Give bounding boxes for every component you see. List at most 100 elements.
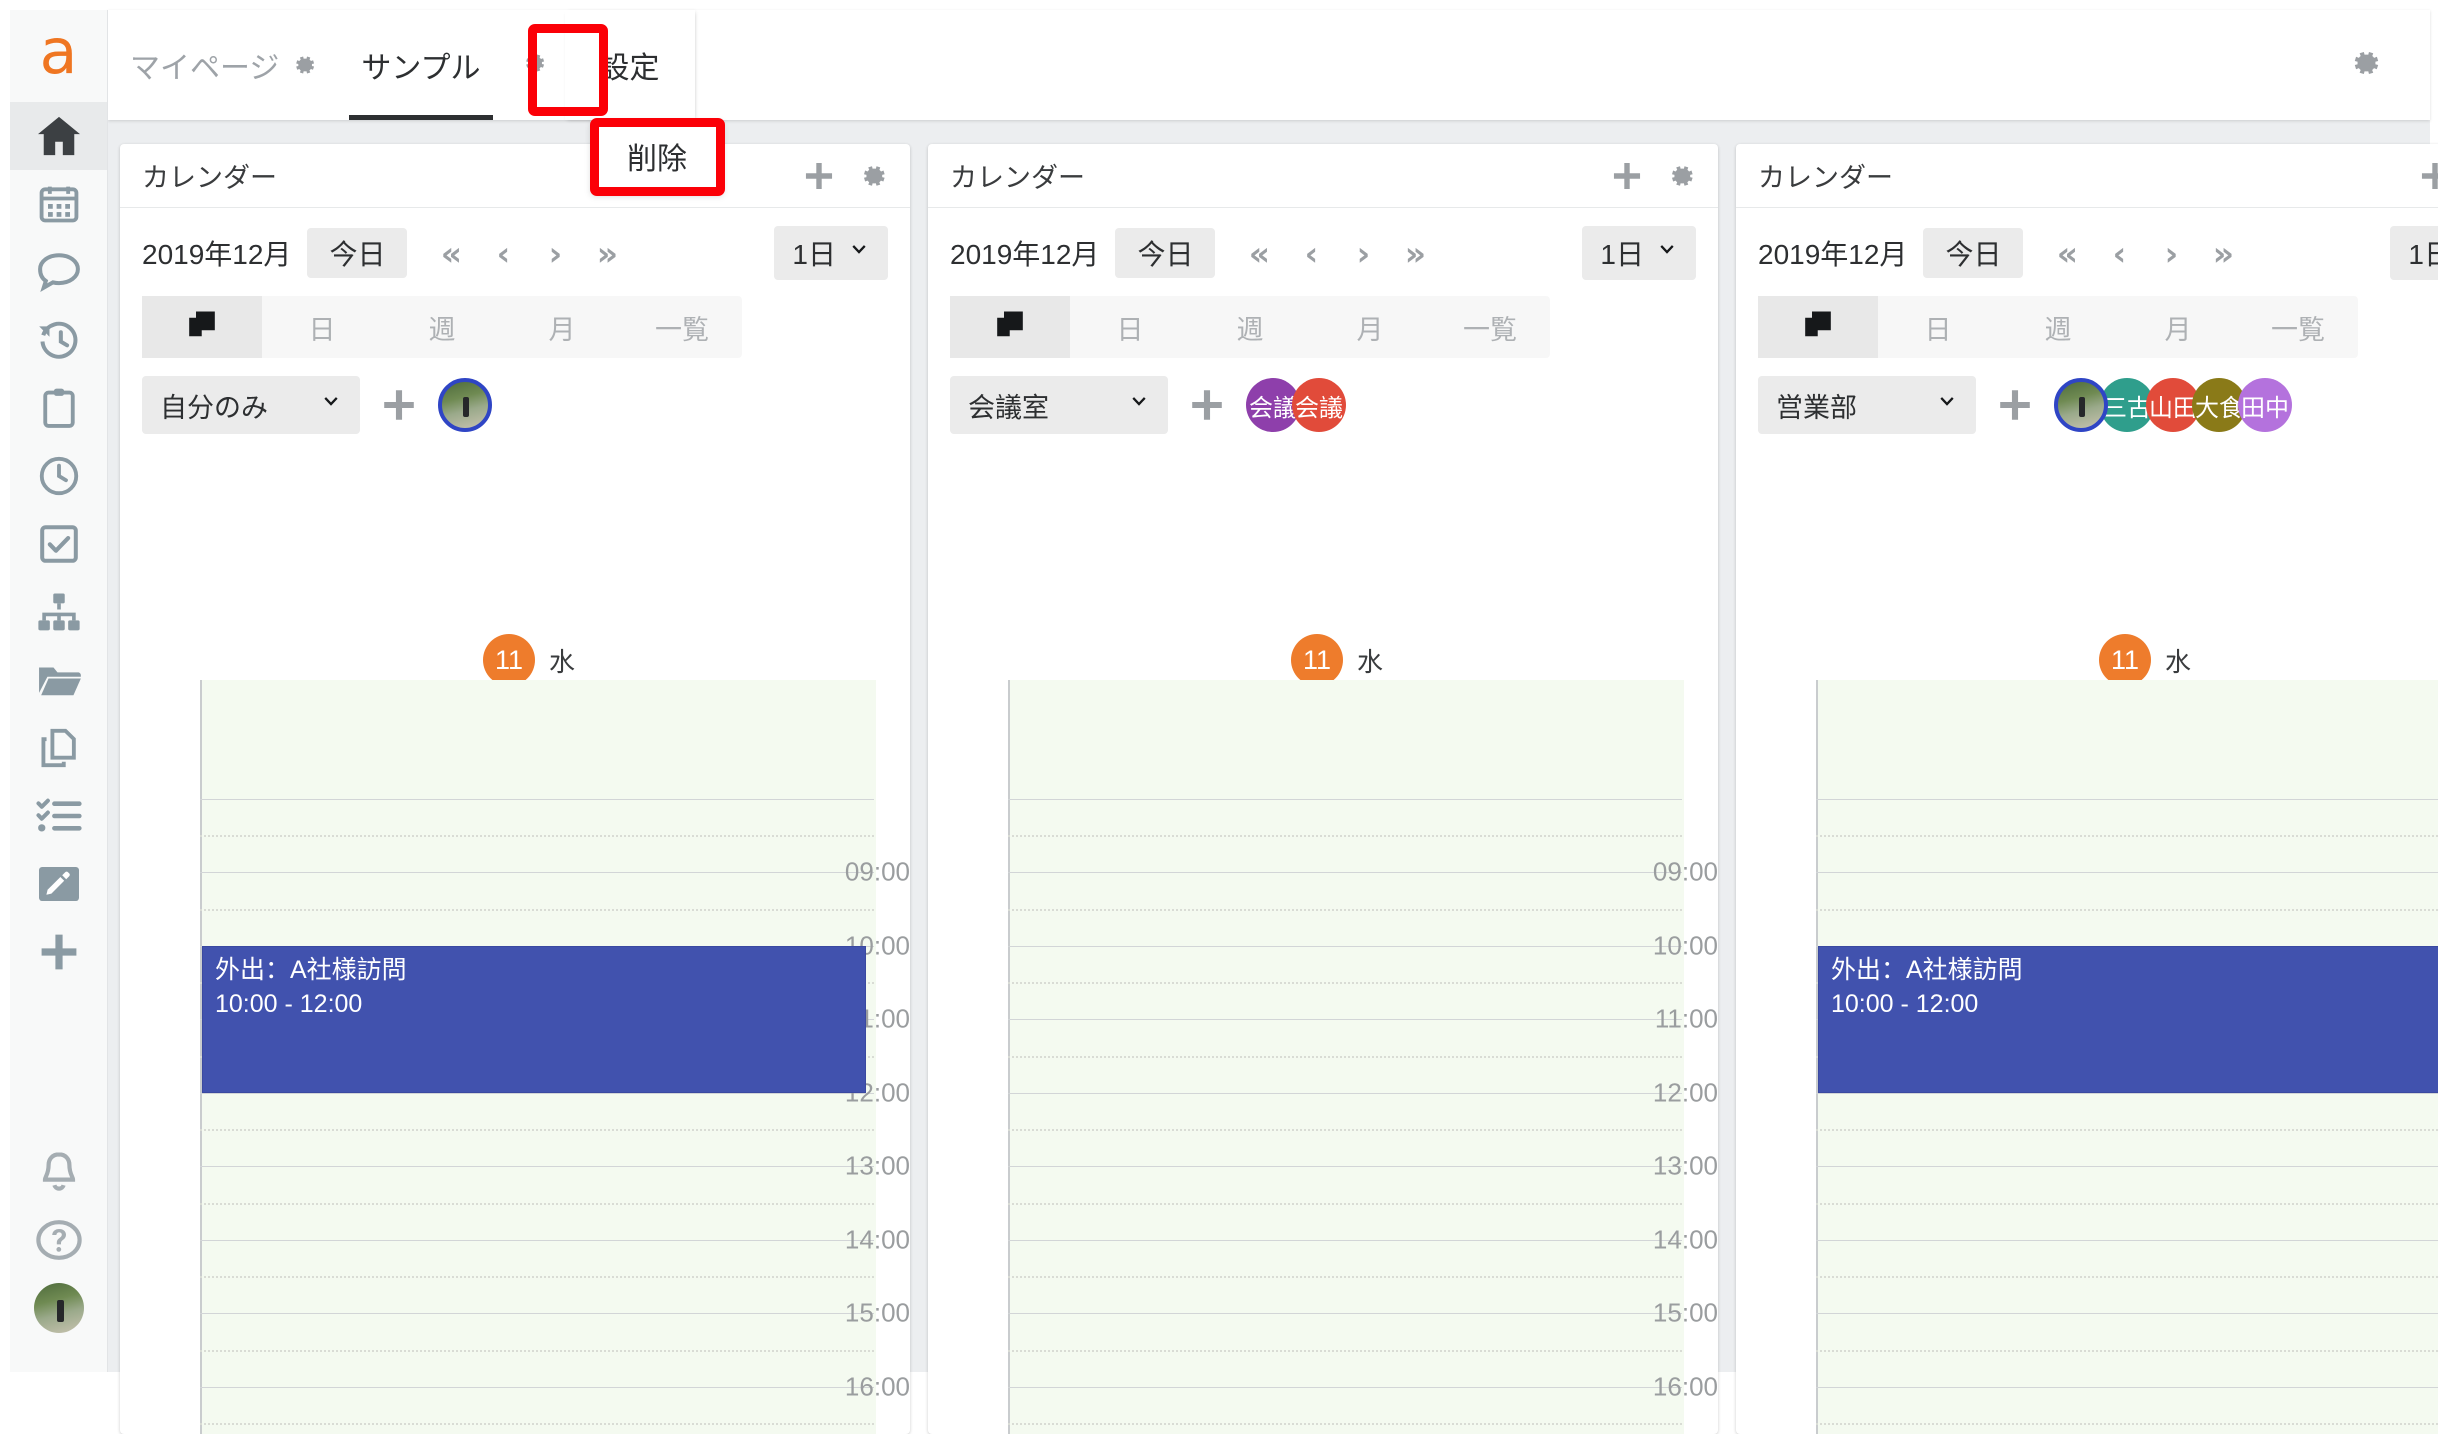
left-sidebar: a	[10, 10, 108, 1372]
today-button[interactable]: 今日	[1115, 228, 1216, 278]
sidebar-item-clipboard[interactable]	[10, 374, 107, 442]
add-member-button[interactable]	[1190, 388, 1224, 422]
question-circle-icon	[35, 1220, 82, 1260]
current-month-label: 2019年12月	[950, 239, 1100, 270]
nav-next-button[interactable]: ›	[1337, 227, 1389, 279]
sidebar-item-files[interactable]	[10, 646, 107, 714]
tab-sample[interactable]: サンプル	[339, 10, 502, 120]
half-hour-gridline	[1008, 1349, 1682, 1352]
sidebar-item-profile[interactable]	[10, 1274, 107, 1342]
group-select[interactable]: 会議室	[950, 376, 1168, 434]
sidebar-item-tasks[interactable]	[10, 510, 107, 578]
sidebar-item-edit[interactable]	[10, 850, 107, 918]
menu-item-settings[interactable]: 設定	[564, 10, 695, 120]
calendar-panel: カレンダー 2019年12月 今日 «‹ ›» 1日日週月一覧 会議室 会議 会議 11 水 09:0…	[928, 144, 1718, 1434]
group-select-value: 会議室	[968, 392, 1049, 423]
nav-first-button[interactable]: «	[1233, 227, 1285, 279]
sidebar-item-checklist[interactable]	[10, 782, 107, 850]
panel-header: カレンダー	[928, 144, 1718, 208]
tab-mypage[interactable]: マイページ	[108, 10, 339, 120]
nav-last-button[interactable]: »	[581, 227, 633, 279]
time-axis-label: 13:00	[1652, 1150, 1718, 1181]
nav-next-button[interactable]: ›	[529, 227, 581, 279]
hour-gridline	[1008, 798, 1682, 800]
nav-next-button[interactable]: ›	[2145, 227, 2197, 279]
panel-settings-button[interactable]	[1666, 161, 1696, 191]
gear-icon[interactable]	[291, 52, 317, 78]
panel-settings-button[interactable]	[858, 161, 888, 191]
sidebar-item-add[interactable]	[10, 918, 107, 986]
sidebar-item-notifications[interactable]	[10, 1138, 107, 1206]
sidebar-item-timecard[interactable]	[10, 442, 107, 510]
settings-label: 設定	[599, 52, 660, 85]
nav-last-button[interactable]: »	[2197, 227, 2249, 279]
view-week-button[interactable]: 週	[1190, 296, 1310, 358]
view-week-button[interactable]: 週	[1998, 296, 2118, 358]
view-mode-combined-button[interactable]	[950, 296, 1070, 358]
nav-prev-button[interactable]: ‹	[2093, 227, 2145, 279]
sidebar-item-documents[interactable]	[10, 714, 107, 782]
sidebar-item-home[interactable]	[10, 102, 107, 170]
calendar-toolbar: 2019年12月 今日 «‹ ›» 1日日週月一覧 営業部 三古 山田 大食 田中	[1736, 208, 2438, 434]
half-hour-gridline	[1008, 1055, 1682, 1058]
hour-gridline	[1008, 1019, 1682, 1020]
group-select[interactable]: 自分のみ	[142, 376, 360, 434]
view-mode-combined-button[interactable]	[142, 296, 262, 358]
calendar-event[interactable]: 外出：A社様訪問 10:00 - 12:00	[1818, 945, 2438, 1093]
range-select[interactable]: 1日	[2390, 226, 2438, 280]
range-select[interactable]: 1日	[1582, 226, 1696, 280]
checkbox-icon	[38, 523, 80, 565]
today-button[interactable]: 今日	[1923, 228, 2024, 278]
today-button[interactable]: 今日	[307, 228, 408, 278]
nav-last-button[interactable]: »	[1389, 227, 1441, 279]
calendar-event[interactable]: 外出：A社様訪問 10:00 - 12:00	[202, 945, 866, 1093]
panel-add-button[interactable]	[804, 161, 834, 191]
view-month-button[interactable]: 月	[502, 296, 622, 358]
hour-gridline	[200, 798, 874, 800]
tab-sample-menu-button[interactable]	[503, 10, 565, 120]
group-select[interactable]: 営業部	[1758, 376, 1976, 434]
sidebar-item-messages[interactable]	[10, 238, 107, 306]
view-list-button[interactable]: 一覧	[622, 296, 742, 358]
panel-title: カレンダー	[1758, 163, 1893, 193]
view-list-button[interactable]: 一覧	[2238, 296, 2358, 358]
member-avatar[interactable]: 田中	[2238, 378, 2292, 432]
add-member-button[interactable]	[382, 388, 416, 422]
stacked-squares-icon	[187, 309, 217, 346]
range-select[interactable]: 1日	[774, 226, 888, 280]
app-logo[interactable]: a	[10, 10, 107, 102]
view-month-button[interactable]: 月	[1310, 296, 1430, 358]
time-axis-label: 09:00	[844, 856, 910, 887]
half-hour-gridline	[1816, 1129, 2438, 1132]
sidebar-item-organization[interactable]	[10, 578, 107, 646]
member-avatar-photo[interactable]	[2054, 378, 2108, 432]
gear-icon	[521, 50, 547, 81]
view-mode-combined-button[interactable]	[1758, 296, 1878, 358]
view-week-button[interactable]: 週	[382, 296, 502, 358]
tab-context-menu: 削除	[592, 120, 722, 192]
member-avatar[interactable]: 会議	[1292, 378, 1346, 432]
view-month-button[interactable]: 月	[2118, 296, 2238, 358]
sidebar-item-help[interactable]	[10, 1206, 107, 1274]
global-settings-button[interactable]	[2330, 10, 2400, 120]
sidebar-item-calendar[interactable]	[10, 170, 107, 238]
half-hour-gridline	[1816, 1423, 2438, 1426]
view-day-button[interactable]: 日	[262, 296, 382, 358]
nav-first-button[interactable]: «	[2041, 227, 2093, 279]
view-list-button[interactable]: 一覧	[1430, 296, 1550, 358]
nav-prev-button[interactable]: ‹	[477, 227, 529, 279]
sidebar-item-history[interactable]	[10, 306, 107, 374]
panel-add-button[interactable]	[1612, 161, 1642, 191]
view-mode-switch: 日週月一覧	[950, 296, 1550, 358]
view-day-button[interactable]: 日	[1878, 296, 1998, 358]
view-day-button[interactable]: 日	[1070, 296, 1190, 358]
stacked-squares-icon	[995, 309, 1025, 346]
menu-item-delete[interactable]: 削除	[592, 120, 722, 192]
panel-add-button[interactable]	[2420, 161, 2438, 191]
calendar-grid: 11水09:0010:0011:0012:0013:0014:0015:0016…	[1736, 618, 2438, 1434]
add-member-button[interactable]	[1998, 388, 2032, 422]
nav-first-button[interactable]: «	[425, 227, 477, 279]
member-avatar-photo[interactable]	[438, 378, 492, 432]
nav-prev-button[interactable]: ‹	[1285, 227, 1337, 279]
